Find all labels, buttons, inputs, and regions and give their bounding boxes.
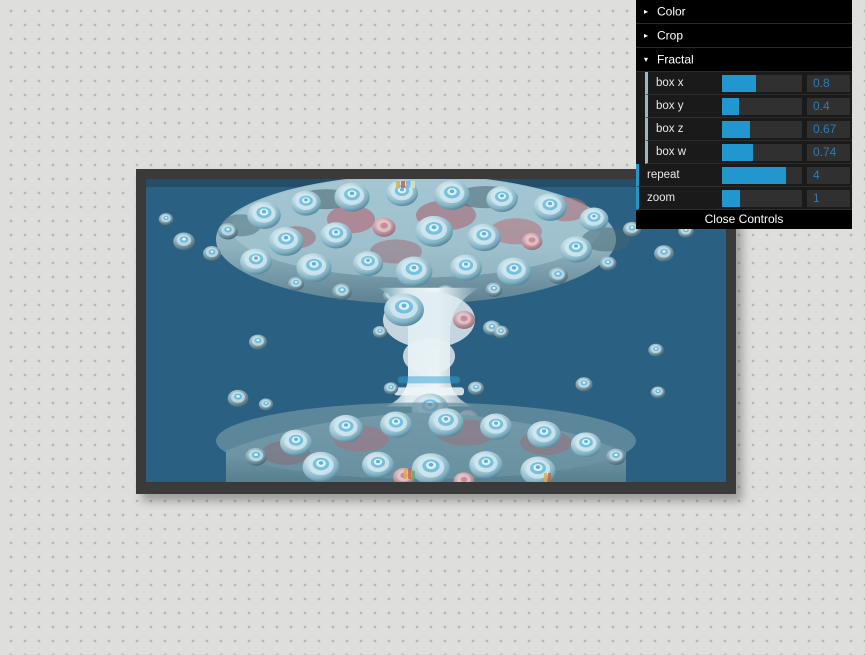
slider-track-box-w[interactable] (722, 143, 802, 161)
triangle-right-icon: ▸ (644, 31, 649, 41)
slider-row-box-z[interactable]: box z 0.67 (645, 118, 852, 141)
folder-header-fractal[interactable]: ▾ Fractal (636, 48, 852, 72)
slider-value-box-x[interactable]: 0.8 (807, 74, 850, 92)
slider-value-box-w[interactable]: 0.74 (807, 143, 850, 161)
slider-value-zoom[interactable]: 1 (807, 189, 850, 207)
slider-fill (722, 166, 786, 184)
slider-row-box-w[interactable]: box w 0.74 (645, 141, 852, 164)
slider-fill (722, 97, 739, 115)
folder-title: Crop (657, 28, 684, 43)
slider-label: box z (656, 123, 684, 135)
slider-fill (722, 74, 756, 92)
slider-row-repeat[interactable]: repeat 4 (636, 164, 852, 187)
slider-label: box y (656, 100, 684, 112)
slider-label: box x (656, 77, 684, 89)
slider-fill (722, 120, 750, 138)
slider-label: zoom (647, 192, 676, 204)
folder-title: Color (657, 4, 686, 19)
slider-value-box-z[interactable]: 0.67 (807, 120, 850, 138)
slider-track-box-y[interactable] (722, 97, 802, 115)
slider-label: repeat (647, 169, 680, 181)
triangle-down-icon: ▾ (644, 55, 649, 65)
slider-track-box-x[interactable] (722, 74, 802, 92)
slider-track-zoom[interactable] (722, 189, 802, 207)
slider-fill (722, 189, 740, 207)
folder-title: Fractal (657, 52, 694, 67)
close-controls-button[interactable]: Close Controls (636, 210, 852, 229)
folder-header-color[interactable]: ▸ Color (636, 0, 852, 24)
slider-label: box w (656, 146, 687, 158)
slider-track-box-z[interactable] (722, 120, 802, 138)
slider-row-zoom[interactable]: zoom 1 (636, 187, 852, 210)
triangle-right-icon: ▸ (644, 7, 649, 17)
folder-header-crop[interactable]: ▸ Crop (636, 24, 852, 48)
slider-value-box-y[interactable]: 0.4 (807, 97, 850, 115)
slider-track-repeat[interactable] (722, 166, 802, 184)
slider-value-repeat[interactable]: 4 (807, 166, 850, 184)
slider-row-box-x[interactable]: box x 0.8 (645, 72, 852, 95)
fractal-slider-list: box x 0.8 box y 0.4 box z 0.67 box w 0.7… (636, 72, 852, 210)
slider-fill (722, 143, 754, 161)
slider-row-box-y[interactable]: box y 0.4 (645, 95, 852, 118)
control-panel: ▸ Color ▸ Crop ▾ Fractal box x 0.8 box y 0.… (636, 0, 852, 229)
